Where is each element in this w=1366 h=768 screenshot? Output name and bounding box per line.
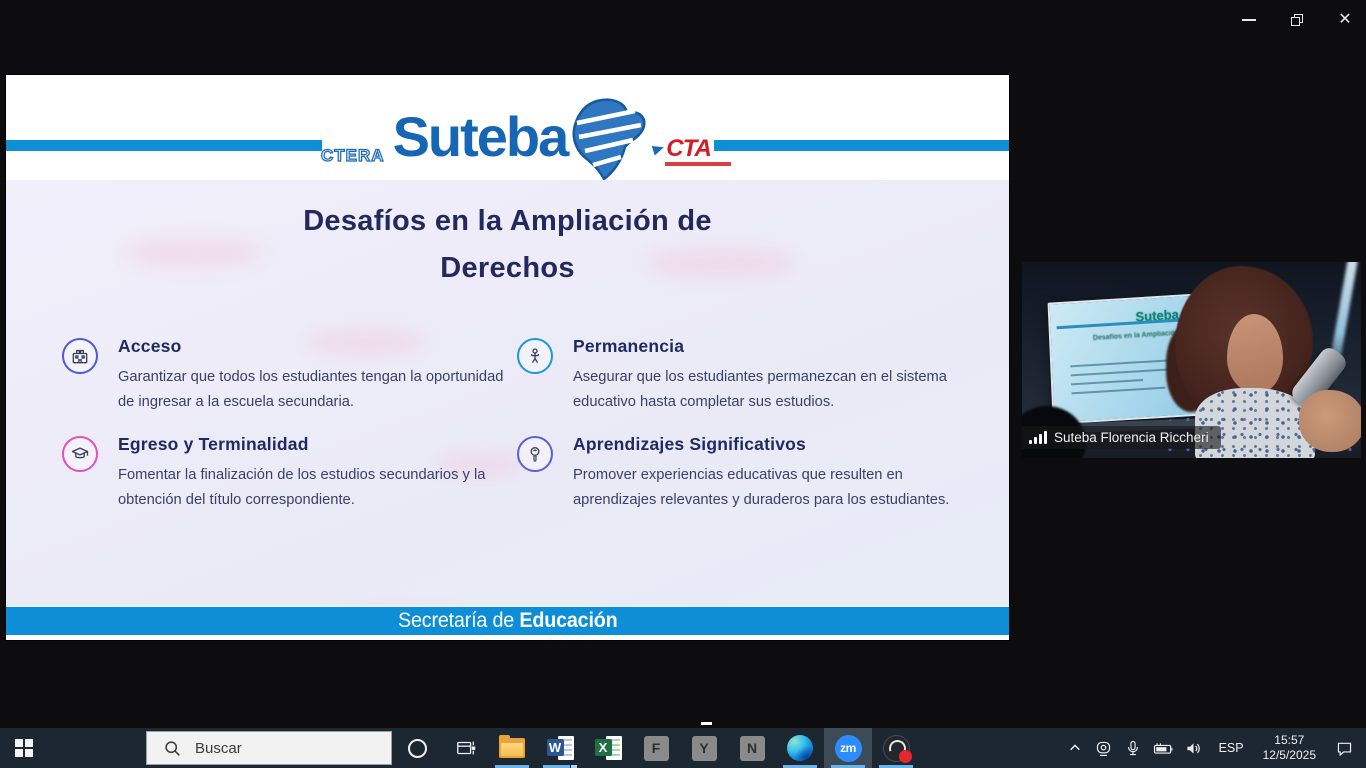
school-building-icon	[62, 338, 98, 374]
taskbar-app-y[interactable]: Y	[680, 728, 728, 768]
windows-logo-icon	[15, 739, 33, 757]
microphone-indicator[interactable]	[1119, 728, 1147, 768]
taskbar-zoom[interactable]: zm	[824, 728, 872, 768]
audio-level-icon	[1029, 431, 1047, 444]
speaker-icon	[1184, 739, 1203, 758]
cta-tagline-strip	[665, 162, 731, 166]
cta-logo: CTA	[653, 138, 731, 166]
chevron-up-icon	[1068, 741, 1082, 755]
volume-indicator[interactable]	[1179, 728, 1209, 768]
tray-time: 15:57	[1263, 733, 1316, 748]
feature-title: Aprendizajes Significativos	[573, 434, 973, 455]
feature-body: Fomentar la finalización de los estudios…	[118, 463, 516, 513]
clock[interactable]: 15:5712/5/2025	[1254, 728, 1325, 768]
edge-icon	[787, 735, 813, 761]
suteba-map-logo	[569, 97, 647, 181]
cortana-button[interactable]	[400, 728, 434, 768]
restore-icon	[1291, 14, 1303, 26]
graduation-cap-icon	[62, 436, 98, 472]
header-rule-left	[6, 140, 322, 151]
app-f-icon: F	[644, 736, 669, 761]
cortana-icon	[408, 739, 427, 758]
close-button[interactable]: ✕	[1330, 6, 1360, 34]
taskbar-apps: W X F Y N zm	[488, 728, 920, 768]
feature-body: Garantizar que todos los estudiantes ten…	[118, 365, 508, 415]
slide-title-line1: Desafíos en la Ampliación de	[6, 198, 1009, 245]
feature-title: Acceso	[118, 336, 508, 357]
feature-title: Egreso y Terminalidad	[118, 434, 516, 455]
start-button[interactable]	[0, 728, 48, 768]
camera-icon	[1094, 739, 1113, 758]
slide-header: CTERA Suteba CTA	[6, 75, 1009, 180]
slide-title: Desafíos en la Ampliación de Derechos	[6, 198, 1009, 292]
tray-expand-button[interactable]	[1061, 728, 1089, 768]
logo-row: CTERA Suteba CTA	[321, 93, 731, 181]
feature-egreso: Egreso y Terminalidad Fomentar la finali…	[62, 434, 517, 518]
battery-charging-icon	[1152, 739, 1174, 757]
zoom-icon: zm	[835, 735, 862, 762]
shared-presentation-slide: CTERA Suteba CTA	[6, 75, 1009, 640]
feature-body: Asegurar que los estudiantes permanezcan…	[573, 365, 973, 415]
taskbar-edge[interactable]	[776, 728, 824, 768]
app-y-icon: Y	[692, 736, 717, 761]
suteba-wordmark: Suteba	[393, 109, 568, 165]
participant-video-tile[interactable]: Suteba Desafíos en la Ampliación de Dere…	[1022, 262, 1361, 458]
ctera-logo: CTERA	[321, 146, 385, 166]
task-view-button[interactable]	[448, 728, 484, 768]
taskbar-app-n[interactable]: N	[728, 728, 776, 768]
excel-icon: X	[595, 736, 622, 760]
slide-title-line2: Derechos	[6, 245, 1009, 292]
taskbar-excel[interactable]: X	[584, 728, 632, 768]
action-center-button[interactable]	[1325, 728, 1366, 768]
taskbar-app-f[interactable]: F	[632, 728, 680, 768]
footer-text: Secretaría de Educación	[398, 609, 617, 633]
close-icon: ✕	[1338, 12, 1351, 28]
restore-button[interactable]	[1282, 6, 1312, 34]
tray-date: 12/5/2025	[1263, 748, 1316, 763]
search-icon	[164, 740, 181, 757]
taskbar: Buscar W X F	[0, 728, 1366, 768]
person-icon	[517, 338, 553, 374]
task-view-icon	[455, 737, 477, 759]
window-controls: ✕	[1234, 6, 1360, 34]
feature-permanencia: Permanencia Asegurar que los estudiantes…	[517, 336, 973, 420]
participant-name-tag: Suteba Florencia Riccheri	[1022, 426, 1221, 449]
minimize-button[interactable]	[1234, 6, 1264, 34]
obs-icon	[883, 735, 910, 762]
file-explorer-icon	[499, 738, 525, 758]
screen-artifact	[701, 722, 712, 725]
features-grid: Acceso Garantizar que todos los estudian…	[6, 336, 1009, 518]
battery-indicator[interactable]	[1147, 728, 1179, 768]
header-rule-right	[714, 140, 1009, 151]
lightbulb-icon	[517, 436, 553, 472]
recording-dot	[899, 750, 912, 763]
feature-body: Promover experiencias educativas que res…	[573, 463, 973, 513]
taskbar-obs[interactable]	[872, 728, 920, 768]
slide-footer-bar: Secretaría de Educación	[6, 605, 1009, 635]
notification-icon	[1335, 739, 1354, 758]
feature-aprendizajes: Aprendizajes Significativos Promover exp…	[517, 434, 973, 518]
app-n-icon: N	[740, 736, 765, 761]
participant-name: Suteba Florencia Riccheri	[1054, 430, 1209, 445]
taskbar-file-explorer[interactable]	[488, 728, 536, 768]
feature-title: Permanencia	[573, 336, 973, 357]
system-tray: ESP 15:5712/5/2025	[1061, 728, 1366, 768]
language-indicator[interactable]: ESP	[1209, 728, 1254, 768]
camera-in-use-indicator[interactable]	[1089, 728, 1119, 768]
microphone-icon	[1124, 739, 1142, 757]
cta-bird-icon	[652, 143, 666, 156]
word-icon: W	[547, 736, 574, 760]
search-placeholder: Buscar	[195, 740, 242, 757]
slide-footer-strip	[6, 635, 1009, 640]
minimize-icon	[1242, 19, 1256, 21]
slide-body: Desafíos en la Ampliación de Derechos A	[6, 180, 1009, 605]
search-input[interactable]: Buscar	[146, 731, 392, 765]
speaker-hand	[1299, 390, 1361, 452]
feature-acceso: Acceso Garantizar que todos los estudian…	[62, 336, 517, 420]
taskbar-word[interactable]: W	[536, 728, 584, 768]
